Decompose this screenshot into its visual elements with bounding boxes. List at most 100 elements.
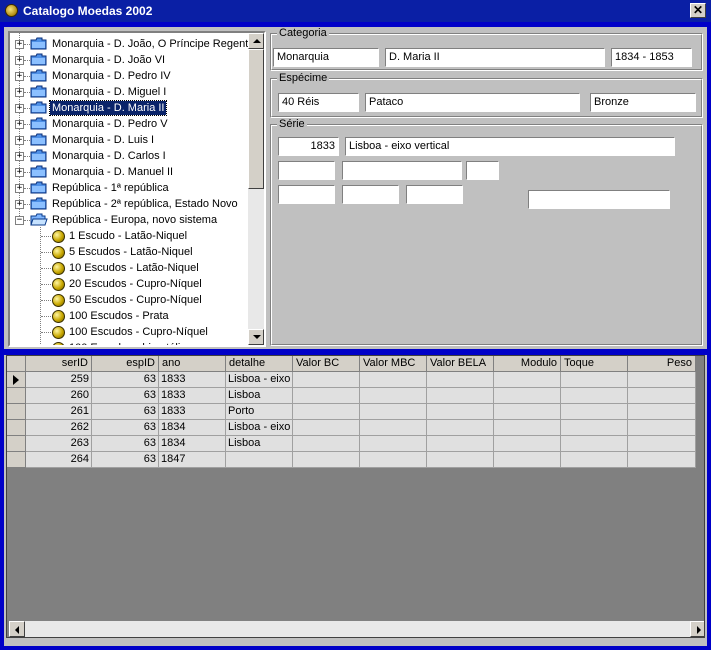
tree-item-coin[interactable]: 1 Escudo - Latão-Niquel [10, 228, 248, 244]
scroll-down-button[interactable] [248, 329, 264, 345]
nome-field[interactable]: Pataco [365, 93, 580, 112]
row-indicator[interactable] [7, 436, 26, 452]
row-indicator[interactable] [7, 404, 26, 420]
grid-cell[interactable]: Lisboa - eixo [226, 372, 293, 388]
expand-toggle-icon[interactable]: + [15, 72, 24, 81]
grid-cell[interactable] [226, 452, 293, 468]
grid-cell[interactable]: 63 [92, 420, 159, 436]
metal-field[interactable]: Bronze [590, 93, 696, 112]
tree-item-coin[interactable]: 20 Escudos - Cupro-Níquel [10, 276, 248, 292]
grid-cell[interactable] [293, 452, 360, 468]
grid-cell[interactable] [427, 452, 494, 468]
scroll-thumb[interactable] [248, 49, 264, 189]
grid-cell[interactable]: 63 [92, 436, 159, 452]
serie-extra-field-5[interactable] [342, 185, 399, 204]
grid-cell[interactable] [628, 436, 696, 452]
scroll-left-button[interactable] [9, 621, 25, 637]
column-header[interactable]: espID [92, 356, 159, 372]
grid-cell[interactable] [427, 388, 494, 404]
column-header[interactable]: serID [26, 356, 92, 372]
grid-cell[interactable]: 264 [26, 452, 92, 468]
grid-cell[interactable]: 263 [26, 436, 92, 452]
detalhe-field[interactable]: Lisboa - eixo vertical [345, 137, 675, 156]
expand-toggle-icon[interactable]: + [15, 152, 24, 161]
scroll-right-button[interactable] [690, 621, 704, 637]
expand-toggle-icon[interactable]: + [15, 56, 24, 65]
expand-toggle-icon[interactable]: + [15, 120, 24, 129]
grid-cell[interactable] [494, 420, 561, 436]
row-indicator[interactable] [7, 372, 26, 388]
grid-cell[interactable] [293, 372, 360, 388]
serie-extra-field-2[interactable] [342, 161, 462, 180]
grid-cell[interactable]: Lisboa [226, 388, 293, 404]
expand-toggle-icon[interactable]: + [15, 200, 24, 209]
valor-field[interactable]: 40 Réis [278, 93, 359, 112]
row-indicator[interactable] [7, 388, 26, 404]
column-header[interactable]: Modulo [494, 356, 561, 372]
grid-cell[interactable]: 63 [92, 452, 159, 468]
grid-cell[interactable] [427, 372, 494, 388]
tree-item-coin[interactable]: 5 Escudos - Latão-Niquel [10, 244, 248, 260]
grid-cell[interactable]: 262 [26, 420, 92, 436]
grid-cell[interactable]: 261 [26, 404, 92, 420]
grid-cell[interactable] [628, 452, 696, 468]
scroll-up-button[interactable] [248, 33, 264, 49]
expand-toggle-icon[interactable]: + [15, 136, 24, 145]
grid-cell[interactable]: Lisboa - eixo [226, 420, 293, 436]
grid-cell[interactable] [628, 420, 696, 436]
grid-cell[interactable]: 63 [92, 372, 159, 388]
grid-cell[interactable] [561, 420, 628, 436]
grid-cell[interactable]: 1847 [159, 452, 226, 468]
column-header[interactable]: Valor BC [293, 356, 360, 372]
column-header[interactable]: Peso [628, 356, 696, 372]
expand-toggle-icon[interactable]: + [15, 168, 24, 177]
grid-cell[interactable] [427, 436, 494, 452]
grid-cell[interactable]: 260 [26, 388, 92, 404]
column-header[interactable]: Valor MBC [360, 356, 427, 372]
grid-cell[interactable] [293, 436, 360, 452]
serie-extra-field-7[interactable] [528, 190, 670, 209]
tree-vertical-scrollbar[interactable] [248, 33, 264, 345]
grid-cell[interactable]: 1834 [159, 436, 226, 452]
grid-cell[interactable] [293, 420, 360, 436]
grid-horizontal-scrollbar[interactable] [9, 621, 704, 637]
tree-item-category[interactable]: + República - 1ª república [10, 180, 248, 196]
grid-cell[interactable] [494, 452, 561, 468]
grid-cell[interactable]: Porto [226, 404, 293, 420]
title-bar[interactable]: Catalogo Moedas 2002 ✕ [0, 0, 711, 22]
tree-item-category[interactable]: + Monarquia - D. João, O Príncipe Regente [10, 36, 254, 52]
grid-cell[interactable]: 1833 [159, 372, 226, 388]
grid-cell[interactable] [494, 388, 561, 404]
tree-item-category[interactable]: + Monarquia - D. João VI [10, 52, 248, 68]
expand-toggle-icon[interactable]: + [15, 184, 24, 193]
tree-item-category[interactable]: + República - 2ª república, Estado Novo [10, 196, 248, 212]
tree-item-category[interactable]: + Monarquia - D. Miguel I [10, 84, 248, 100]
column-header[interactable]: Toque [561, 356, 628, 372]
grid-cell[interactable]: 1833 [159, 388, 226, 404]
tree-item-category[interactable]: − República - Europa, novo sistema [10, 212, 248, 228]
collapse-toggle-icon[interactable]: − [15, 216, 24, 225]
tree-item-coin[interactable]: 10 Escudos - Latão-Niquel [10, 260, 248, 276]
column-header[interactable]: detalhe [226, 356, 293, 372]
monarca-field[interactable]: D. Maria II [385, 48, 605, 67]
tree-item-category[interactable]: + Monarquia - D. Pedro V [10, 116, 248, 132]
grid-cell[interactable] [561, 404, 628, 420]
grid-cell[interactable] [561, 388, 628, 404]
row-indicator[interactable] [7, 420, 26, 436]
expand-toggle-icon[interactable]: + [15, 88, 24, 97]
grid-cell[interactable] [494, 436, 561, 452]
grid-cell[interactable] [360, 388, 427, 404]
series-grid[interactable]: serID espID ano detalhe Valor BC Valor MBC Val… [6, 355, 705, 638]
close-button[interactable]: ✕ [690, 3, 706, 18]
serie-extra-field-3[interactable] [466, 161, 499, 180]
tree-item-coin[interactable]: 50 Escudos - Cupro-Níquel [10, 292, 248, 308]
tree-item-category[interactable]: + Monarquia - D. Carlos I [10, 148, 248, 164]
grid-cell[interactable] [427, 404, 494, 420]
expand-toggle-icon[interactable]: + [15, 40, 24, 49]
column-header[interactable]: Valor BELA [427, 356, 494, 372]
grid-cell[interactable] [293, 404, 360, 420]
expand-toggle-icon[interactable]: + [15, 104, 24, 113]
grid-cell[interactable] [293, 388, 360, 404]
grid-cell[interactable]: Lisboa [226, 436, 293, 452]
ano-field[interactable]: 1833 [278, 137, 339, 156]
